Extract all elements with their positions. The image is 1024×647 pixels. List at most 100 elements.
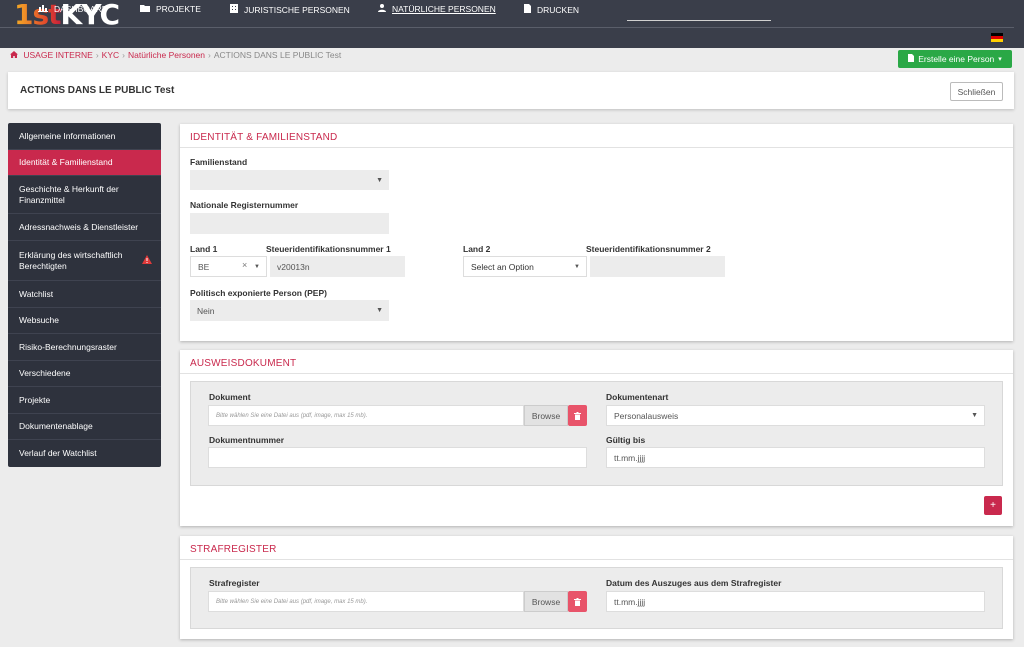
dokumentnummer-input[interactable] xyxy=(208,447,587,468)
breadcrumb: USAGE INTERNE › KYC › Natürliche Personen › AC… xyxy=(10,50,341,60)
strafregister-panel: STRAFREGISTER Strafregister Bitte wählen… xyxy=(180,536,1013,639)
add-document-button[interactable]: + xyxy=(984,496,1002,515)
panel-title: STRAFREGISTER xyxy=(190,544,277,555)
gueltig-date-input[interactable]: tt.mm.jjjj xyxy=(606,447,985,468)
identity-panel: IDENTITÄT & FAMILIENSTAND Familienstand … xyxy=(180,124,1013,341)
breadcrumb-separator: › xyxy=(122,50,125,60)
sidebar-item-label: Projekte xyxy=(19,394,51,405)
land2-label: Land 2 xyxy=(463,244,491,254)
gueltig-label: Gültig bis xyxy=(606,435,646,445)
strafregister-file-input[interactable]: Bitte wählen Sie eine Datei aus (pdf, im… xyxy=(208,591,524,612)
date-placeholder: tt.mm.jjjj xyxy=(614,596,646,607)
sidebar-item-allgemeine-informationen[interactable]: Allgemeine Informationen xyxy=(8,123,161,150)
trash-icon[interactable] xyxy=(568,405,587,426)
datum-date-input[interactable]: tt.mm.jjjj xyxy=(606,591,985,612)
sidebar-item-label: Erklärung des wirtschaftlich Berechtigte… xyxy=(19,249,123,271)
panel-title: IDENTITÄT & FAMILIENSTAND xyxy=(190,132,338,143)
steuer1-input[interactable]: v20013n xyxy=(270,256,405,277)
sidebar-item-verlauf-watchlist[interactable]: Verlauf der Watchlist xyxy=(8,440,161,467)
sidebar-item-label: Geschichte & Herkunft der Finanzmittel xyxy=(19,183,119,205)
divider xyxy=(0,27,1014,28)
register-label: Nationale Registernummer xyxy=(190,200,299,210)
dokumentenart-label: Dokumentenart xyxy=(606,392,669,402)
sidebar-item-label: Verschiedene xyxy=(19,368,71,378)
register-input[interactable] xyxy=(190,213,389,234)
steuer2-input[interactable] xyxy=(590,256,725,277)
sidebar-item-risiko[interactable]: Risiko-Berechnungsraster xyxy=(8,334,161,361)
dokumentnummer-label: Dokumentnummer xyxy=(209,435,285,445)
select-placeholder: Select an Option xyxy=(471,261,534,272)
sidebar-item-identitaet[interactable]: Identität & Familienstand xyxy=(8,150,161,176)
bar-chart-icon xyxy=(38,4,48,14)
sidebar-item-label: Websuche xyxy=(19,315,60,325)
divider xyxy=(180,147,1013,148)
create-person-button[interactable]: Erstelle eine Person ▾ xyxy=(898,50,1012,68)
sidebar-item-adressnachweis[interactable]: Adressnachweis & Dienstleister xyxy=(8,214,161,241)
land1-select[interactable]: BE × ▼ xyxy=(190,256,267,277)
nav-label: JURISTISCHE PERSONEN xyxy=(244,4,350,15)
pep-select[interactable]: Nein ▼ xyxy=(190,300,389,321)
breadcrumb-link[interactable]: Natürliche Personen xyxy=(128,50,205,60)
nav-drucken[interactable]: DRUCKEN xyxy=(524,4,579,15)
file-placeholder: Bitte wählen Sie eine Datei aus (pdf, im… xyxy=(216,598,368,605)
create-person-label: Erstelle eine Person xyxy=(918,54,995,64)
dokumentenart-select[interactable]: Personalausweis ▼ xyxy=(606,405,985,426)
divider xyxy=(180,373,1013,374)
sidebar-item-label: Allgemeine Informationen xyxy=(19,130,116,141)
title-bar: ACTIONS DANS LE PUBLIC Test Schließen xyxy=(8,72,1014,109)
breadcrumb-link[interactable]: USAGE INTERNE xyxy=(23,50,92,60)
sidebar-item-verschiedene[interactable]: Verschiedene xyxy=(8,361,161,387)
nav-dashboard[interactable]: DASHBOARD xyxy=(38,4,108,14)
land2-select[interactable]: Select an Option ▼ xyxy=(463,256,587,277)
datum-label: Datum des Auszuges aus dem Strafregister xyxy=(606,578,782,588)
file-placeholder: Bitte wählen Sie eine Datei aus (pdf, im… xyxy=(216,412,368,419)
sidebar-item-label: Risiko-Berechnungsraster xyxy=(19,341,117,352)
sidebar-item-websuche[interactable]: Websuche xyxy=(8,308,161,334)
nav-projekte[interactable]: PROJEKTE xyxy=(140,4,201,14)
land1-label: Land 1 xyxy=(190,244,218,254)
trash-icon[interactable] xyxy=(568,591,587,612)
browse-button[interactable]: Browse xyxy=(524,591,568,612)
home-icon[interactable] xyxy=(10,50,20,60)
select-value: Nein xyxy=(197,305,215,316)
de-flag-icon[interactable] xyxy=(991,33,1003,42)
panel-title: AUSWEISDOKUMENT xyxy=(190,358,297,369)
sidebar-item-geschichte[interactable]: Geschichte & Herkunft der Finanzmittel xyxy=(8,176,161,214)
file-icon xyxy=(524,4,531,15)
nav-juristische-personen[interactable]: JURISTISCHE PERSONEN xyxy=(230,4,350,15)
sidebar: Allgemeine Informationen Identität & Fam… xyxy=(8,123,161,467)
search-input[interactable] xyxy=(627,20,771,21)
building-icon xyxy=(230,4,238,15)
input-value: v20013n xyxy=(277,261,310,272)
caret-down-icon: ▾ xyxy=(998,56,1002,63)
sidebar-item-projekte[interactable]: Projekte xyxy=(8,387,161,414)
breadcrumb-separator: › xyxy=(208,50,211,60)
document-entry: Dokument Bitte wählen Sie eine Datei aus… xyxy=(190,381,1003,486)
sidebar-item-erklaerung[interactable]: Erklärung des wirtschaftlich Berechtigte… xyxy=(8,241,161,281)
caret-down-icon: ▼ xyxy=(971,412,978,419)
sidebar-item-label: Dokumentenablage xyxy=(19,421,93,431)
ausweis-panel: AUSWEISDOKUMENT Dokument Bitte wählen Si… xyxy=(180,350,1013,526)
breadcrumb-link[interactable]: KYC xyxy=(102,50,119,60)
folder-icon xyxy=(140,4,150,14)
pep-label: Politisch exponierte Person (PEP) xyxy=(190,288,327,298)
sidebar-item-label: Verlauf der Watchlist xyxy=(19,448,97,458)
sidebar-item-watchlist[interactable]: Watchlist xyxy=(8,281,161,308)
nav-natuerliche-personen[interactable]: NATÜRLICHE PERSONEN xyxy=(378,4,496,14)
sidebar-item-label: Identität & Familienstand xyxy=(19,157,113,167)
dokument-file-input[interactable]: Bitte wählen Sie eine Datei aus (pdf, im… xyxy=(208,405,524,426)
steuer2-label: Steueridentifikationsnummer 2 xyxy=(586,244,711,254)
familienstand-select[interactable]: ▼ xyxy=(190,170,389,190)
strafregister-entry: Strafregister Bitte wählen Sie eine Date… xyxy=(190,567,1003,629)
caret-down-icon: ▼ xyxy=(376,176,383,184)
sidebar-item-dokumentenablage[interactable]: Dokumentenablage xyxy=(8,414,161,440)
close-button[interactable]: Schließen xyxy=(950,82,1003,101)
top-navbar: 1st KYC DASHBOARD PROJEKTE JURISTISCHE PE… xyxy=(0,0,1024,48)
file-icon xyxy=(908,54,915,64)
breadcrumb-current: ACTIONS DANS LE PUBLIC Test xyxy=(213,50,342,60)
sidebar-item-label: Watchlist xyxy=(19,288,54,299)
browse-button[interactable]: Browse xyxy=(524,405,568,426)
select-value: Personalausweis xyxy=(614,410,679,421)
clear-icon[interactable]: × xyxy=(242,260,247,270)
caret-down-icon: ▼ xyxy=(254,263,260,270)
